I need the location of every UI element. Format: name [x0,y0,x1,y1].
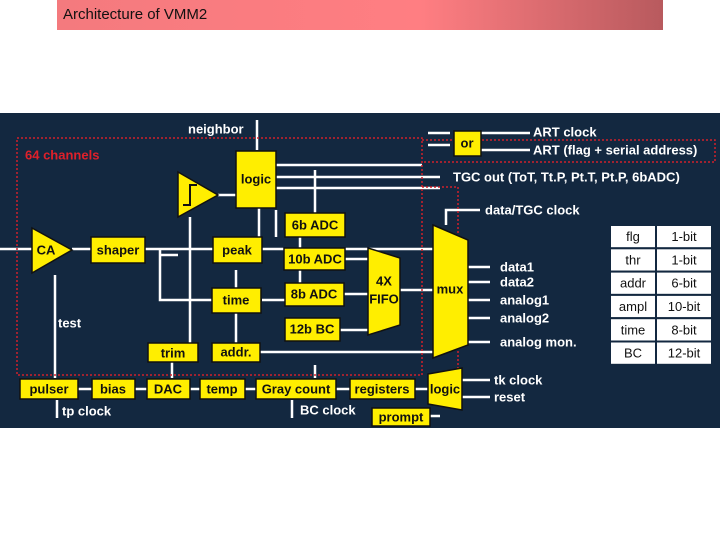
shaper-label: shaper [97,243,140,258]
bit-width: 1-bit [671,252,697,267]
analog1-label: analog1 [500,293,549,308]
bit-width: 8-bit [671,322,697,337]
tk-clock-label: tk clock [494,373,543,388]
adc8-label: 8b ADC [291,287,338,302]
trim-label: trim [161,346,186,361]
field-name: BC [624,346,642,361]
vmm2-architecture-diagram: neighbor 64 channels CA logic shaper pea… [0,113,720,428]
adc10-label: 10b ADC [288,252,342,267]
reset-label: reset [494,390,526,405]
data-tgc-clock-label: data/TGC clock [485,203,580,218]
bc12-label: 12b BC [290,322,335,337]
mux-label: mux [437,282,465,297]
logic-label: logic [241,172,271,187]
temp-label: temp [206,382,237,397]
field-name: ampl [619,299,647,314]
pulser-label: pulser [29,382,68,397]
time-label: time [223,293,250,308]
adc6-label: 6b ADC [292,218,339,233]
art-label: ART (flag + serial address) [533,143,697,158]
logic2-label: logic [430,382,460,397]
dac-label: DAC [154,382,183,397]
addr-label: addr. [220,345,251,360]
field-name: flg [626,229,640,244]
analog-mon-label: analog mon. [500,335,577,350]
peak-label: peak [222,243,252,258]
neighbor-label: neighbor [188,122,244,137]
bit-width: 6-bit [671,276,697,291]
test-label: test [58,316,82,331]
field-name: time [621,322,646,337]
bc-clock-label: BC clock [300,403,356,418]
channels-label: 64 channels [25,148,99,163]
tgc-out-label: TGC out (ToT, Tt.P, Pt.T, Pt.P, 6bADC) [453,170,680,185]
gray-count-label: Gray count [262,382,331,397]
bias-label: bias [100,382,126,397]
data2-label: data2 [500,275,534,290]
bit-table: flg 1-bit thr 1-bit addr 6-bit ampl 10-bit time 8… [609,224,713,366]
ca-label: CA [37,243,56,258]
bit-width: 12-bit [668,346,701,361]
registers-label: registers [355,382,410,397]
bit-width: 10-bit [668,299,701,314]
analog2-label: analog2 [500,311,549,326]
prompt-label: prompt [379,410,424,425]
field-name: addr [620,276,647,291]
bit-width: 1-bit [671,229,697,244]
or-label: or [461,136,474,151]
fifo-label-2: FIFO [369,292,399,307]
data1-label: data1 [500,260,534,275]
field-name: thr [625,252,641,267]
fifo-label-1: 4X [376,274,392,289]
tp-clock-label: tp clock [62,404,112,419]
art-clock-label: ART clock [533,125,597,140]
